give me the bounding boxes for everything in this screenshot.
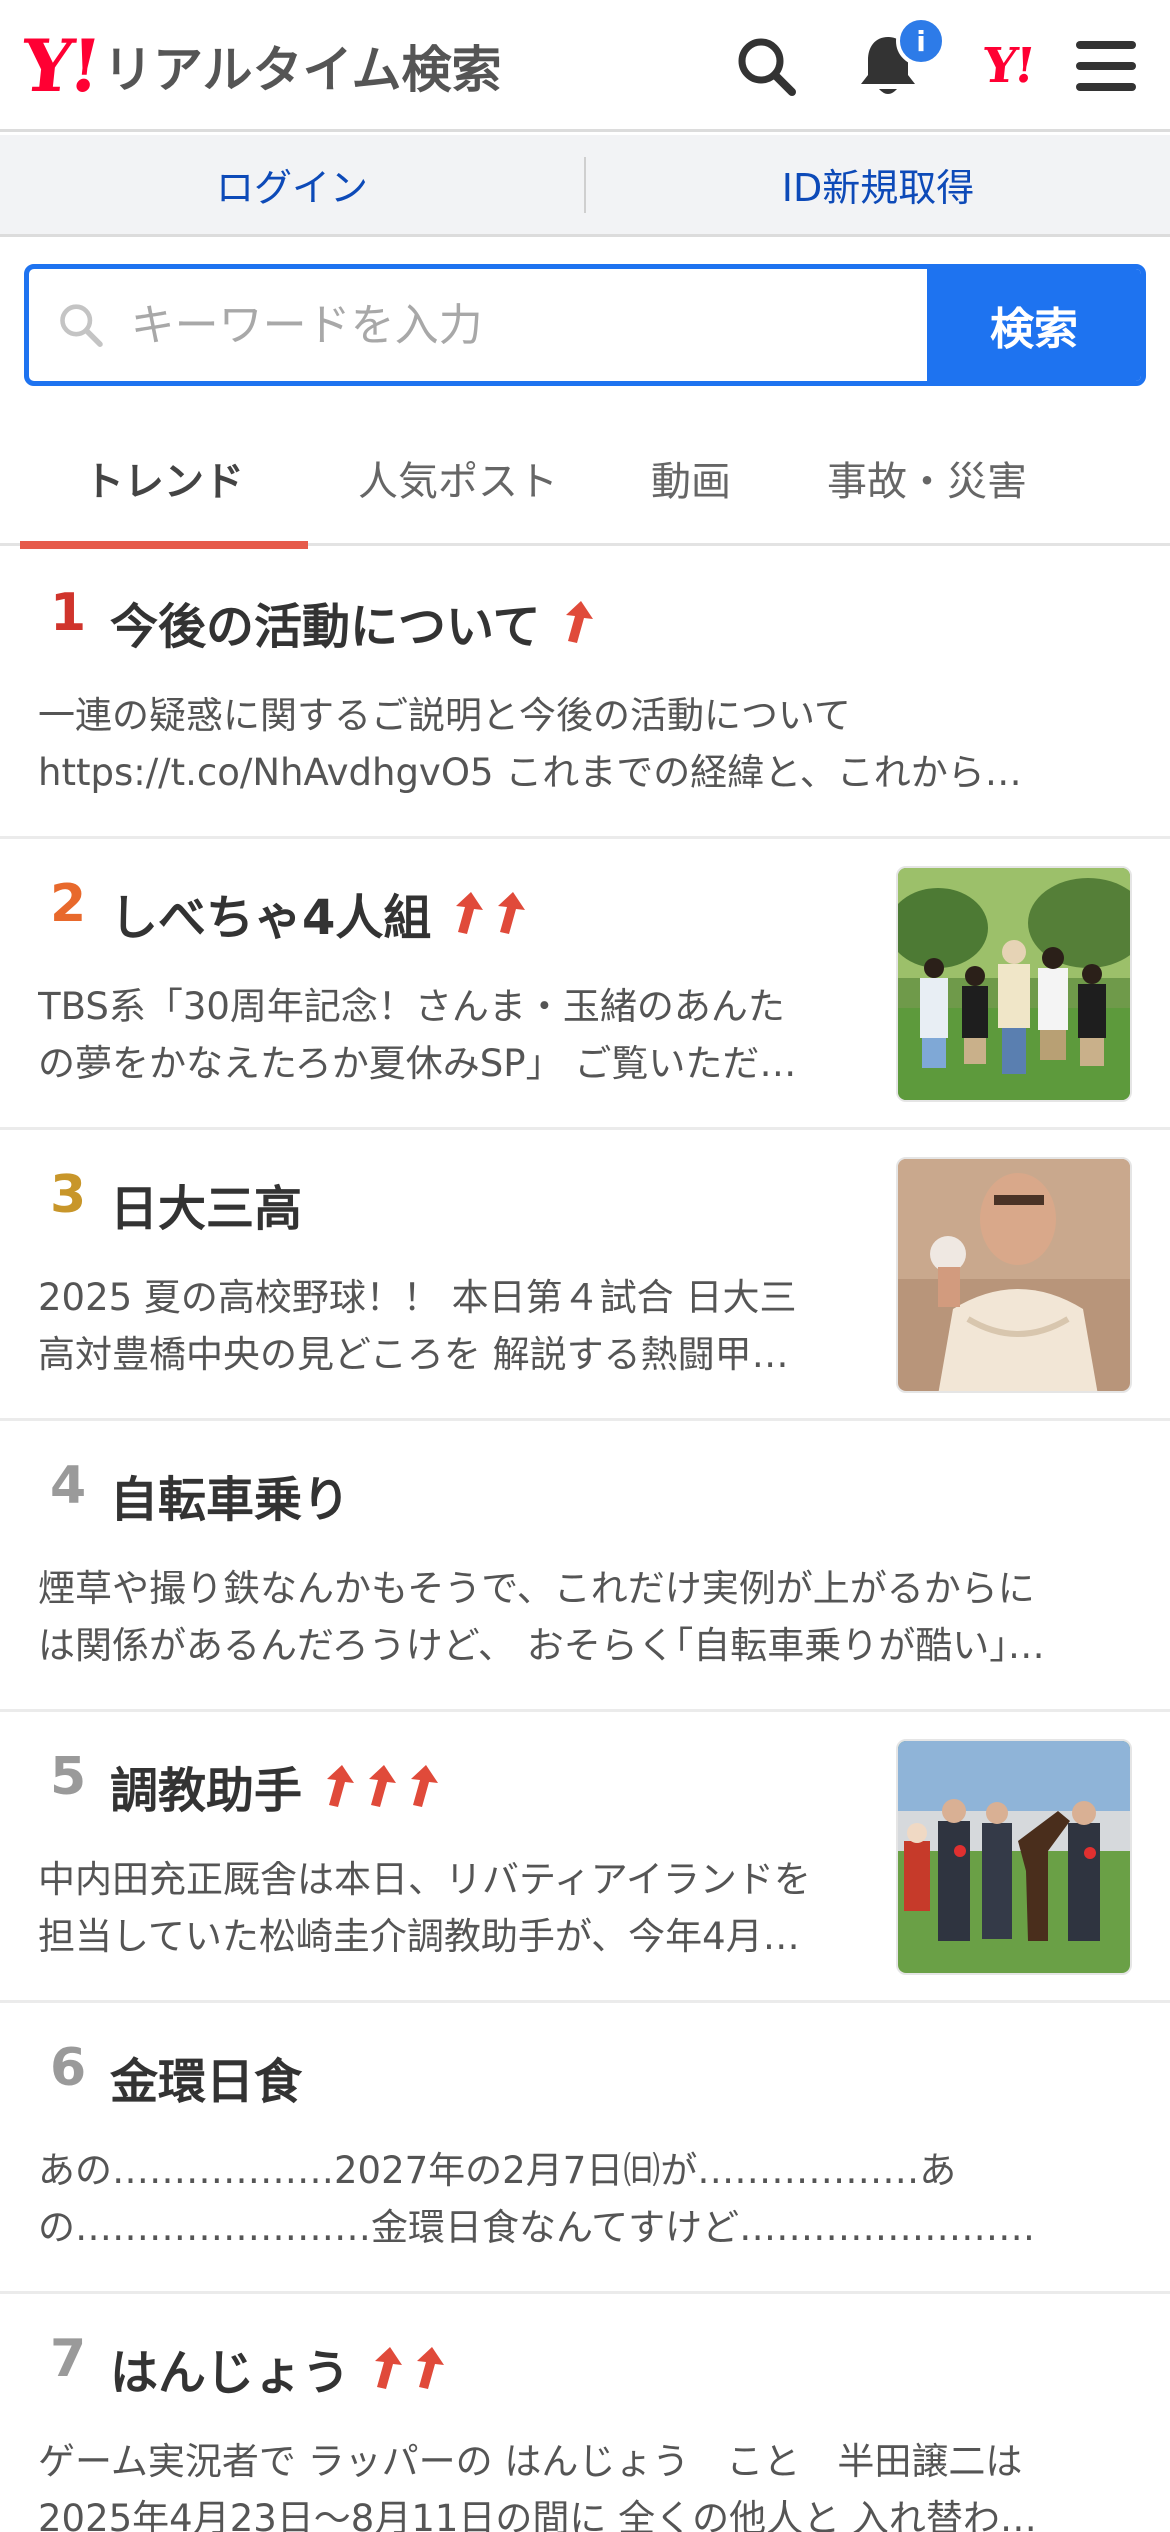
desc-line: の夢をかなえたろか夏休みSP」 ご覧いただ…: [38, 1042, 797, 1085]
yahoo-mini-mark: Y!: [980, 38, 1036, 94]
yahoo-japan-icon[interactable]: Y!: [968, 28, 1048, 104]
family-photo-thumbnail[interactable]: [896, 866, 1132, 1102]
desc-line: TBS系「30周年記念！さんま・玉緒のあんた: [38, 985, 785, 1028]
horse-photo-thumbnail[interactable]: [896, 1739, 1132, 1975]
trend-title: はんじょう: [110, 2333, 446, 2403]
rising-arrows-icon: [314, 1761, 440, 1811]
trend-title: 調教助手: [110, 1751, 440, 1821]
trend-description: ゲーム実況者で ラッパーの はんじょう こと 半田譲二は 2025年4月23日〜8…: [38, 2433, 1118, 2532]
search-field[interactable]: [29, 269, 927, 381]
desc-line: の……………………金環日食なんてすけど……………………: [38, 2206, 1036, 2249]
trend-title-text: 調教助手: [110, 1763, 303, 1819]
trend-title-text: はんじょう: [110, 2345, 351, 2401]
search-input[interactable]: [130, 299, 927, 351]
desc-line: 担当していた松崎圭介調教助手が、今年4月…: [38, 1915, 800, 1958]
desc-line: 中内田充正厩舎は本日、リバティアイランドを: [38, 1858, 811, 1901]
trend-description: あの………………2027年の2月7日㈰が………………あの……………………金環日食…: [38, 2142, 1118, 2256]
hamburger-menu-icon[interactable]: [1068, 28, 1144, 104]
notification-badge[interactable]: i: [896, 16, 946, 66]
desc-line: 一連の疑惑に関するご説明と今後の活動について: [38, 694, 851, 737]
rising-arrows-icon: [553, 597, 595, 647]
trend-description: 2025 夏の高校野球！！ 本日第４試合 日大三 高対豊橋中央の見どころを 解説す…: [38, 1269, 868, 1383]
tab-trend[interactable]: トレンド: [20, 410, 308, 549]
trend-rank: 6: [50, 2038, 87, 2098]
trend-title-text: 今後の活動について: [110, 599, 541, 655]
trend-description: 煙草や撮り鉄なんかもそうで、これだけ実例が上がるからに は関係があるんだろうけど、…: [38, 1560, 1118, 1674]
trend-item-6[interactable]: 6 金環日食 あの………………2027年の2月7日㈰が………………あの………………: [0, 2004, 1170, 2294]
trend-item-1[interactable]: 1 今後の活動について 一連の疑惑に関するご説明と今後の活動について https:…: [0, 549, 1170, 839]
rising-arrows-icon: [362, 2343, 446, 2393]
trend-title-text: 金環日食: [110, 2054, 303, 2110]
trend-title-text: 自転車乗り: [110, 1472, 351, 1528]
register-link[interactable]: ID新規取得: [586, 157, 1170, 212]
search-button[interactable]: 検索: [927, 269, 1141, 381]
trend-description: 中内田充正厩舎は本日、リバティアイランドを 担当していた松崎圭介調教助手が、今年4…: [38, 1851, 868, 1965]
trend-rank: 5: [50, 1747, 87, 1807]
trend-item-2[interactable]: 2 しべちゃ4人組 TBS系「30周年記念！さんま・玉緒のあんた の夢をかなえたろ…: [0, 840, 1170, 1130]
tab-video[interactable]: 動画: [608, 410, 774, 546]
trend-title: 日大三高: [110, 1169, 314, 1239]
trend-rank: 3: [50, 1165, 87, 1225]
desc-line: https://t.co/NhAvdhgvO5 これまでの経緯と、これから…: [38, 751, 1022, 794]
trend-description: 一連の疑惑に関するご説明と今後の活動について https://t.co/NhAvd…: [38, 687, 1118, 801]
rising-arrow-icon: [565, 601, 593, 643]
rising-arrow-icon: [456, 892, 484, 934]
person-photo-thumbnail[interactable]: [896, 1157, 1132, 1393]
category-tabs: トレンド 人気ポスト 動画 事故・災害: [0, 410, 1170, 549]
account-bar: ログイン ID新規取得: [0, 135, 1170, 237]
trend-title: しべちゃ4人組: [110, 878, 527, 948]
trend-item-5[interactable]: 5 調教助手 中内田充正厩舎は本日、リバティアイランドを 担当していた松崎圭介調教…: [0, 1713, 1170, 2003]
search-icon[interactable]: [728, 28, 804, 104]
desc-line: 高対豊橋中央の見どころを 解説する熱闘甲…: [38, 1333, 789, 1376]
rising-arrow-icon: [369, 1765, 397, 1807]
rising-arrows-icon: [443, 888, 527, 938]
trend-item-7[interactable]: 7 はんじょう ゲーム実況者で ラッパーの はんじょう こと 半田譲二は 2025…: [0, 2295, 1170, 2532]
trend-title-text: しべちゃ4人組: [110, 890, 432, 946]
yahoo-realtime-logo[interactable]: Y! リアルタイム検索: [18, 23, 502, 108]
desc-line: ゲーム実況者で ラッパーの はんじょう こと 半田譲二は: [38, 2440, 1023, 2483]
trend-rank: 2: [50, 874, 87, 934]
tab-popular-posts[interactable]: 人気ポスト: [308, 410, 608, 546]
trend-description: TBS系「30周年記念！さんま・玉緒のあんた の夢をかなえたろか夏休みSP」 ご覧…: [38, 978, 868, 1092]
desc-line: あの………………2027年の2月7日㈰が………………あ: [38, 2149, 957, 2192]
rising-arrow-icon: [327, 1765, 355, 1807]
rising-arrow-icon: [375, 2347, 403, 2389]
tab-accidents-disasters[interactable]: 事故・災害: [774, 410, 1080, 546]
trend-title: 金環日食: [110, 2042, 314, 2112]
trend-item-4[interactable]: 4 自転車乗り 煙草や撮り鉄なんかもそうで、これだけ実例が上がるからに は関係があ…: [0, 1422, 1170, 1712]
rising-arrow-icon: [417, 2347, 445, 2389]
trend-rank: 1: [50, 583, 87, 643]
rising-arrow-icon: [411, 1765, 439, 1807]
trend-title: 自転車乗り: [110, 1460, 362, 1530]
search-field-icon: [60, 304, 103, 347]
trend-title: 今後の活動について: [110, 587, 595, 657]
rising-arrow-icon: [498, 892, 526, 934]
trend-title-text: 日大三高: [110, 1181, 303, 1237]
trend-item-3[interactable]: 3 日大三高 2025 夏の高校野球！！ 本日第４試合 日大三 高対豊橋中央の見ど…: [0, 1131, 1170, 1421]
app-header: Y! リアルタイム検索 i Y!: [0, 0, 1170, 132]
login-link[interactable]: ログイン: [0, 157, 584, 212]
desc-line: 2025年4月23日〜8月11日の間に 全くの他人と 入れ替わ…: [38, 2497, 1037, 2532]
desc-line: は関係があるんだろうけど、 おそらく｢自転車乗りが酷い｣…: [38, 1624, 1045, 1667]
desc-line: 煙草や撮り鉄なんかもそうで、これだけ実例が上がるからに: [38, 1567, 1035, 1610]
trend-rank: 7: [50, 2329, 87, 2389]
search-form: 検索: [24, 264, 1146, 386]
desc-line: 2025 夏の高校野球！！ 本日第４試合 日大三: [38, 1276, 797, 1319]
yahoo-logo-mark: Y!: [17, 23, 102, 108]
trend-rank: 4: [50, 1456, 87, 1516]
logo-service-name: リアルタイム検索: [103, 41, 502, 99]
